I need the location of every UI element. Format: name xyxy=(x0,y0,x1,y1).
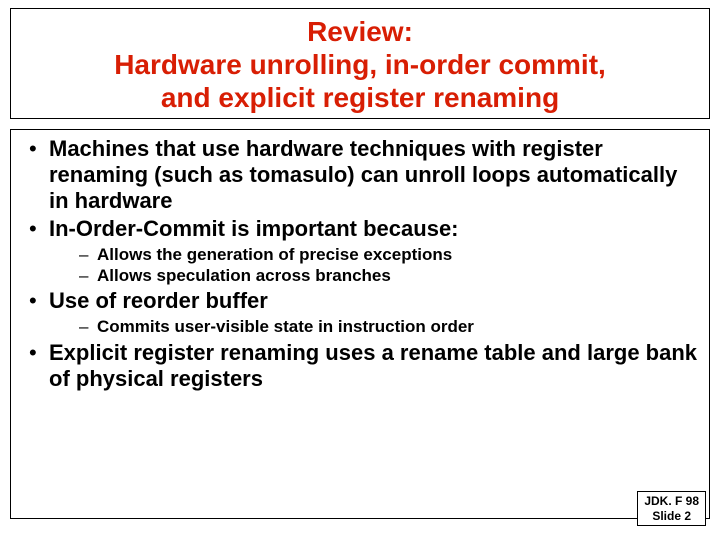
bullet-item: In-Order-Commit is important because: Al… xyxy=(21,216,699,286)
sub-bullet-item: Allows speculation across branches xyxy=(49,265,699,286)
bullet-item: Explicit register renaming uses a rename… xyxy=(21,340,699,392)
bullet-text: Use of reorder buffer xyxy=(49,288,268,313)
title-line-1: Review: xyxy=(21,15,699,48)
sub-bullet-list: Allows the generation of precise excepti… xyxy=(49,244,699,287)
sub-bullet-text: Commits user-visible state in instructio… xyxy=(97,317,474,336)
bullet-list: Machines that use hardware techniques wi… xyxy=(21,136,699,391)
sub-bullet-text: Allows speculation across branches xyxy=(97,266,391,285)
footer-line-2: Slide 2 xyxy=(644,509,699,523)
slide: Review: Hardware unrolling, in-order com… xyxy=(0,0,720,540)
body-box: Machines that use hardware techniques wi… xyxy=(10,129,710,519)
bullet-text: Explicit register renaming uses a rename… xyxy=(49,340,697,391)
sub-bullet-list: Commits user-visible state in instructio… xyxy=(49,316,699,337)
title-box: Review: Hardware unrolling, in-order com… xyxy=(10,8,710,119)
title-line-3: and explicit register renaming xyxy=(21,81,699,114)
sub-bullet-text: Allows the generation of precise excepti… xyxy=(97,245,452,264)
bullet-text: Machines that use hardware techniques wi… xyxy=(49,136,677,213)
sub-bullet-item: Allows the generation of precise excepti… xyxy=(49,244,699,265)
bullet-item: Machines that use hardware techniques wi… xyxy=(21,136,699,214)
footer-line-1: JDK. F 98 xyxy=(644,494,699,508)
bullet-item: Use of reorder buffer Commits user-visib… xyxy=(21,288,699,337)
sub-bullet-item: Commits user-visible state in instructio… xyxy=(49,316,699,337)
footer-badge: JDK. F 98 Slide 2 xyxy=(637,491,706,526)
title-line-2: Hardware unrolling, in-order commit, xyxy=(21,48,699,81)
bullet-text: In-Order-Commit is important because: xyxy=(49,216,459,241)
